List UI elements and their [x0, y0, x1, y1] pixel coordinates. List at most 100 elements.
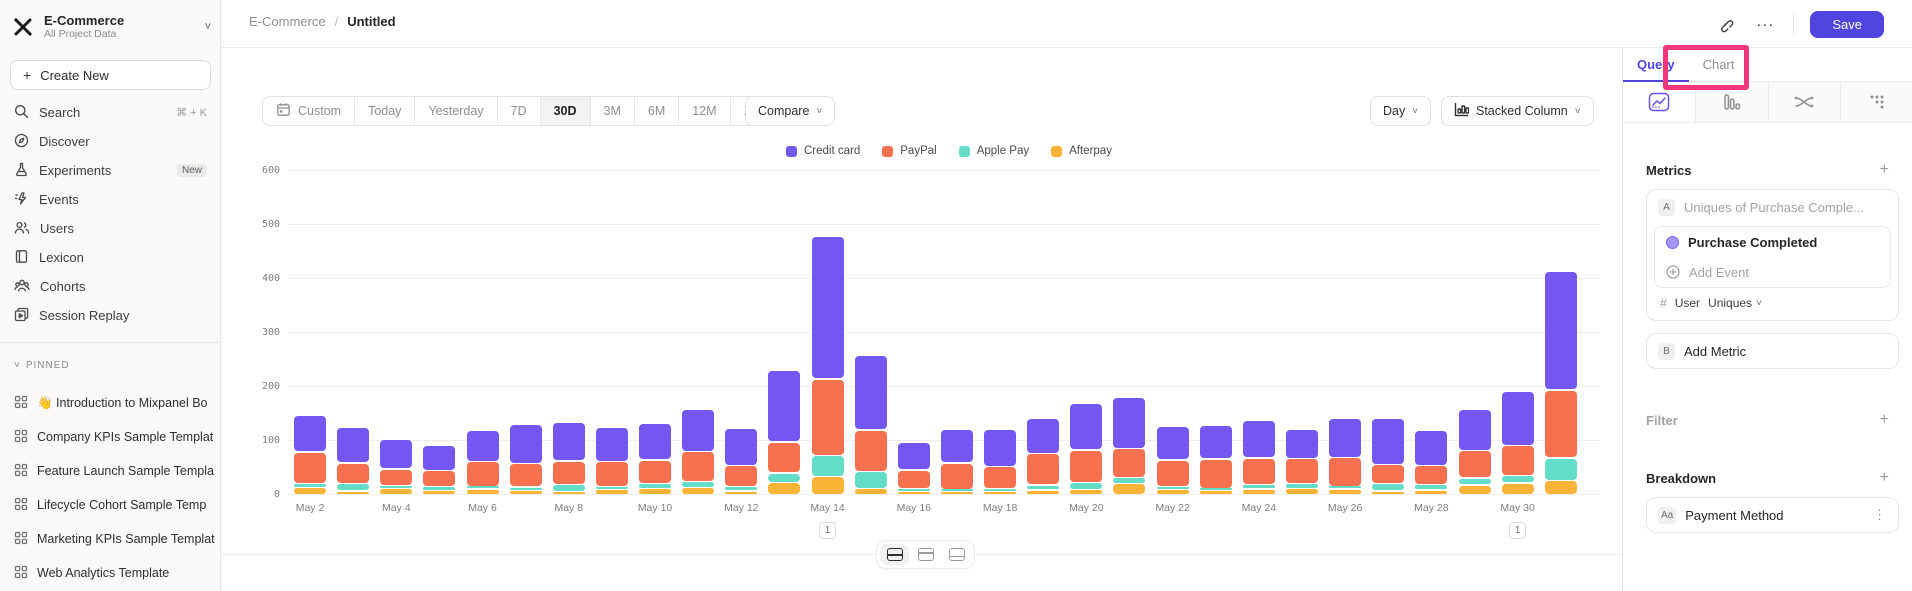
add-breakdown-plus-icon[interactable]: + — [1880, 469, 1889, 487]
pinned-board-item[interactable]: 👋 Introduction to Mixpanel Bo — [0, 386, 221, 420]
tab-insights[interactable] — [1623, 82, 1696, 122]
copy-link-icon[interactable] — [1713, 12, 1737, 36]
chart-bar-may-12[interactable] — [725, 427, 757, 494]
chart-type-dropdown[interactable]: Stacked Column ˅ — [1441, 96, 1594, 126]
range-custom[interactable]: Custom — [263, 97, 355, 125]
metric-a-summary-row[interactable]: A Uniques of Purchase Comple... — [1647, 190, 1898, 224]
chart-bar-may-16[interactable] — [898, 442, 930, 494]
add-metric-row[interactable]: B Add Metric — [1647, 334, 1898, 368]
chart-bar-may-10[interactable] — [639, 423, 671, 494]
chart-bar-may-30[interactable] — [1502, 391, 1534, 494]
range-yesterday[interactable]: Yesterday — [415, 97, 497, 125]
chart-bar-may-24[interactable] — [1243, 419, 1275, 494]
chart-bar-may-22[interactable] — [1157, 426, 1189, 494]
tab-query[interactable]: Query — [1623, 48, 1689, 82]
count-entity[interactable]: User — [1675, 296, 1700, 310]
range-30d[interactable]: 30D — [541, 97, 591, 125]
create-new-button[interactable]: + Create New — [10, 60, 211, 90]
layout-chart-bottom-button[interactable] — [942, 544, 971, 565]
layout-chart-top-button[interactable] — [911, 544, 940, 565]
chart-bar-may-14[interactable] — [812, 236, 844, 494]
chart-bar-may-9[interactable] — [596, 427, 628, 495]
pinned-board-item[interactable]: Web Analytics Template — [0, 556, 221, 590]
bar-segment-credit-card — [510, 425, 542, 462]
annotation-badge[interactable]: 1 — [1509, 522, 1526, 539]
chart-bar-may-4[interactable] — [380, 438, 412, 494]
tab-chart[interactable]: Chart — [1689, 48, 1749, 82]
sidebar-divider — [0, 342, 221, 343]
chart-bar-may-29[interactable] — [1459, 409, 1491, 494]
kebab-menu-icon[interactable]: ⋮ — [1873, 507, 1887, 523]
chart-bar-may-27[interactable] — [1372, 417, 1404, 494]
legend-item-credit-card[interactable]: Credit card — [786, 145, 860, 157]
chart-bar-may-7[interactable] — [510, 424, 542, 494]
chart-bar-may-31[interactable] — [1545, 270, 1577, 494]
project-switcher[interactable]: E-Commerce All Project Data ˅ — [10, 8, 211, 46]
range-today[interactable]: Today — [355, 97, 415, 125]
chart-bar-may-5[interactable] — [423, 444, 455, 494]
chart-bar-may-28[interactable] — [1415, 430, 1447, 494]
legend-item-afterpay[interactable]: Afterpay — [1051, 145, 1112, 157]
breadcrumb-project[interactable]: E-Commerce — [249, 14, 326, 29]
compare-button[interactable]: Compare ˅ — [745, 96, 835, 126]
range-12m[interactable]: 12M — [679, 97, 730, 125]
sidebar-item-events[interactable]: Events — [0, 185, 221, 214]
chart-bar-may-8[interactable] — [553, 422, 585, 494]
sidebar-item-users[interactable]: Users — [0, 214, 221, 243]
sidebar-item-session-replay[interactable]: Session Replay — [0, 301, 221, 330]
breadcrumb-report-title[interactable]: Untitled — [347, 14, 395, 29]
sidebar-item-search[interactable]: Search⌘ + K — [0, 98, 221, 127]
bar-segment-apple-pay — [941, 489, 973, 491]
pinned-board-label: 👋 Introduction to Mixpanel Bo — [37, 396, 208, 411]
chart-bar-may-3[interactable] — [337, 427, 369, 495]
save-button[interactable]: Save — [1810, 11, 1884, 38]
event-row[interactable]: Purchase Completed — [1655, 227, 1890, 257]
bar-segment-afterpay — [294, 488, 326, 494]
add-metric-plus-icon[interactable]: + — [1880, 161, 1889, 179]
legend-item-apple-pay[interactable]: Apple Pay — [959, 145, 1029, 157]
sidebar-item-lexicon[interactable]: Lexicon — [0, 243, 221, 272]
sidebar-item-discover[interactable]: Discover — [0, 127, 221, 156]
pinned-board-item[interactable]: Company KPIs Sample Templat — [0, 420, 221, 454]
chart-bar-may-2[interactable] — [294, 415, 326, 494]
more-options-icon[interactable]: ··· — [1753, 12, 1777, 36]
gridline — [288, 386, 1600, 387]
sidebar-item-experiments[interactable]: ExperimentsNew — [0, 156, 221, 185]
chart-bar-may-19[interactable] — [1027, 417, 1059, 494]
pinned-board-item[interactable]: Marketing KPIs Sample Templat — [0, 522, 221, 556]
chart-bar-may-15[interactable] — [855, 355, 887, 494]
chart-bar-may-21[interactable] — [1113, 397, 1145, 494]
legend-item-paypal[interactable]: PayPal — [882, 145, 936, 157]
tab-funnels[interactable] — [1696, 82, 1769, 122]
tab-retention[interactable] — [1841, 82, 1912, 122]
chart-bar-may-20[interactable] — [1070, 403, 1102, 494]
chart-bar-may-11[interactable] — [682, 408, 714, 494]
range-3m[interactable]: 3M — [591, 97, 635, 125]
sidebar-item-cohorts[interactable]: Cohorts — [0, 272, 221, 301]
layout-split-button[interactable] — [880, 544, 909, 565]
tab-flows[interactable] — [1769, 82, 1842, 122]
chart-bar-may-17[interactable] — [941, 429, 973, 494]
bar-segment-paypal — [1113, 449, 1145, 477]
chart-bar-may-6[interactable] — [467, 430, 499, 494]
chart-bar-may-13[interactable] — [768, 370, 800, 494]
granularity-dropdown[interactable]: Day ˅ — [1370, 96, 1431, 126]
pinned-board-item[interactable]: Feature Launch Sample Templa — [0, 454, 221, 488]
breakdown-row[interactable]: Aa Payment Method ⋮ — [1647, 498, 1898, 532]
pinned-section-header[interactable]: ˅ PINNED — [14, 360, 70, 371]
add-event-row[interactable]: Add Event — [1655, 257, 1890, 287]
annotation-badge[interactable]: 1 — [819, 522, 836, 539]
range-6m[interactable]: 6M — [635, 97, 679, 125]
count-type-dropdown[interactable]: Uniques ˅ — [1708, 296, 1762, 310]
add-event-label: Add Event — [1689, 265, 1749, 280]
pinned-board-item[interactable]: Lifecycle Cohort Sample Temp — [0, 488, 221, 522]
bar-segment-paypal — [682, 452, 714, 480]
add-filter-plus-icon[interactable]: + — [1880, 411, 1889, 429]
chart-bar-may-25[interactable] — [1286, 428, 1318, 494]
chart-bar-may-26[interactable] — [1329, 418, 1361, 494]
bar-segment-paypal — [510, 464, 542, 486]
chart-bar-may-23[interactable] — [1200, 425, 1232, 494]
bar-segment-paypal — [1286, 459, 1318, 482]
chart-bar-may-18[interactable] — [984, 428, 1016, 494]
range-7d[interactable]: 7D — [498, 97, 541, 125]
